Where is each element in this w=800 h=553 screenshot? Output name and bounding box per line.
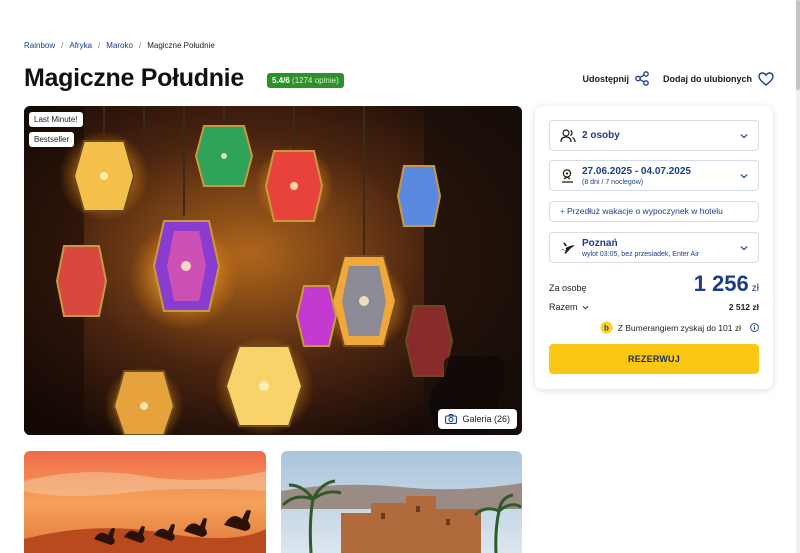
boomerang-text: Z Bumerangiem zyskaj do 101 zł — [617, 322, 741, 333]
desert-camels-photo — [24, 451, 266, 553]
bumerang-icon: b — [600, 321, 613, 334]
breadcrumb-afryka[interactable]: Afryka — [69, 41, 92, 50]
camera-icon — [445, 414, 458, 424]
rating-reviews: (1274 opinie) — [292, 76, 339, 85]
dates-value: 27.06.2025 - 04.07.2025 — [582, 166, 691, 177]
scrollbar-thumb[interactable] — [796, 0, 800, 90]
page-title: Magiczne Południe — [24, 64, 244, 92]
chevron-down-icon — [740, 133, 748, 138]
per-person-amount: 1 256 — [693, 271, 749, 296]
boomerang-info: b Z Bumerangiem zyskaj do 101 zł — [599, 321, 759, 334]
persons-value: 2 osoby — [582, 130, 620, 141]
departure-select[interactable]: Poznań wylot 03:05, bez przesiadek, Ente… — [549, 232, 759, 263]
last-minute-tag: Last Minute! — [29, 112, 83, 127]
favorite-button[interactable]: Dodaj do ulubionych — [663, 71, 774, 86]
breadcrumb-maroko[interactable]: Maroko — [106, 41, 133, 50]
gallery-button[interactable]: Galeria (26) — [438, 409, 517, 429]
per-person-price: 1 256 zł — [694, 271, 759, 297]
breadcrumb-current: Magiczne Południe — [147, 41, 215, 50]
breadcrumb-separator: / — [138, 41, 142, 50]
favorite-label: Dodaj do ulubionych — [663, 73, 752, 84]
per-person-row: Za osobę 1 256 zł — [549, 271, 759, 297]
reserve-button[interactable]: REZERWUJ — [549, 344, 759, 374]
heart-icon — [758, 71, 774, 86]
extend-label: Przedłuż wakacje o wypoczynek w hotelu — [566, 206, 723, 216]
lanterns-photo — [24, 106, 522, 435]
page-actions: Udostępnij Dodaj do ulubionych — [583, 71, 775, 86]
chevron-down-icon — [740, 245, 748, 250]
breadcrumb-rainbow[interactable]: Rainbow — [24, 41, 55, 50]
booking-panel: 2 osoby 27.06.2025 - 04.07.2025 (8 dni /… — [535, 106, 773, 389]
share-button[interactable]: Udostępnij — [583, 71, 650, 86]
dates-select[interactable]: 27.06.2025 - 04.07.2025 (8 dni / 7 nocle… — [549, 160, 759, 191]
per-person-currency: zł — [751, 283, 759, 294]
calendar-icon — [562, 168, 573, 183]
persons-icon — [560, 128, 576, 142]
kasbah-palms-photo — [281, 451, 522, 553]
per-person-label: Za osobę — [549, 283, 587, 293]
page-scrollbar[interactable] — [796, 0, 800, 553]
persons-select[interactable]: 2 osoby — [549, 120, 759, 151]
share-icon — [635, 71, 649, 86]
gallery-label: Galeria (26) — [462, 414, 510, 424]
total-toggle[interactable]: Razem — [549, 302, 589, 312]
chevron-down-icon — [740, 173, 748, 178]
bestseller-tag: Bestseller — [29, 132, 75, 147]
departure-value: Poznań — [582, 238, 618, 249]
breadcrumb-separator: / — [61, 41, 64, 50]
share-label: Udostępnij — [582, 73, 630, 84]
breadcrumb-separator: / — [98, 41, 101, 50]
svg-text:b: b — [604, 324, 609, 333]
dates-sub: (8 dni / 7 noclegów) — [582, 179, 644, 186]
plane-icon — [561, 242, 575, 254]
chevron-down-icon — [582, 305, 589, 310]
photo-desert-camels[interactable] — [24, 451, 266, 553]
total-value: 2 512 zł — [728, 302, 759, 312]
hero-photo[interactable]: Last Minute! Bestseller Galeria (26) — [24, 106, 522, 435]
rating-score: 5.4/6 — [272, 76, 290, 85]
rating-badge[interactable]: 5.4/6 (1274 opinie) — [267, 73, 344, 88]
breadcrumb: Rainbow / Afryka / Maroko / Magiczne Poł… — [24, 41, 215, 50]
total-row: Razem 2 512 zł — [549, 302, 759, 312]
total-label: Razem — [549, 302, 578, 312]
departure-sub: wylot 03:05, bez przesiadek, Enter Air — [582, 251, 700, 258]
info-icon[interactable] — [750, 323, 759, 332]
extend-vacation-button[interactable]: + Przedłuż wakacje o wypoczynek w hotelu — [549, 201, 759, 222]
plus-icon: + — [560, 206, 565, 216]
photo-kasbah-palms[interactable] — [281, 451, 522, 553]
